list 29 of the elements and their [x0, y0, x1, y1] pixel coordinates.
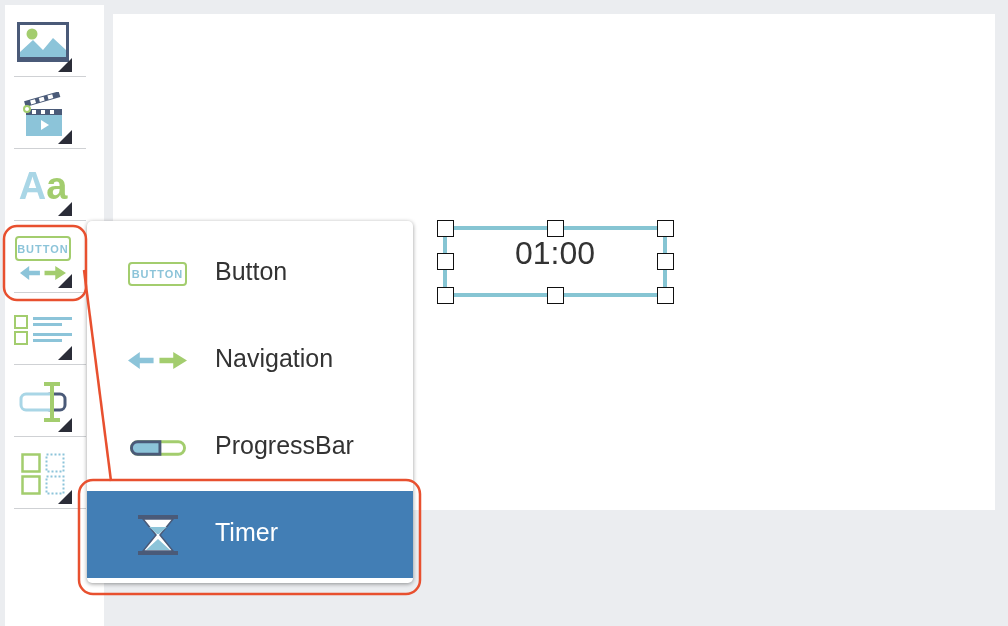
menu-item[interactable]: BUTTON Button: [87, 230, 413, 317]
arrows-icon: [20, 266, 66, 280]
resize-handle[interactable]: [656, 286, 674, 304]
resize-handle[interactable]: [436, 219, 454, 237]
checklist-icon: [14, 315, 72, 345]
squares-icon: [21, 453, 65, 495]
picture-icon: [17, 22, 69, 62]
timer-text: 01:00: [514, 234, 596, 272]
resize-handle[interactable]: [436, 253, 454, 270]
resize-handle[interactable]: [546, 219, 564, 237]
resize-handle[interactable]: [656, 253, 674, 270]
progress-bar-icon: [129, 439, 186, 456]
menu-item[interactable]: Navigation: [87, 317, 413, 404]
menu-item[interactable]: ProgressBar: [87, 404, 413, 491]
corner-triangle-icon: [58, 130, 72, 144]
clapperboard-icon: [23, 92, 63, 136]
corner-triangle-icon: [58, 490, 72, 504]
text-field-icon: [19, 381, 67, 423]
corner-triangle-icon: [58, 202, 72, 216]
arrows-icon: [128, 352, 187, 369]
corner-triangle-icon: [58, 418, 72, 432]
hourglass-icon: [137, 514, 178, 555]
resize-handle[interactable]: [656, 219, 674, 237]
corner-triangle-icon: [58, 58, 72, 72]
corner-triangle-icon: [58, 346, 72, 360]
resize-handle[interactable]: [436, 286, 454, 304]
corner-triangle-icon: [58, 274, 72, 288]
menu-item[interactable]: Timer: [87, 491, 413, 578]
resize-handle[interactable]: [546, 286, 564, 304]
